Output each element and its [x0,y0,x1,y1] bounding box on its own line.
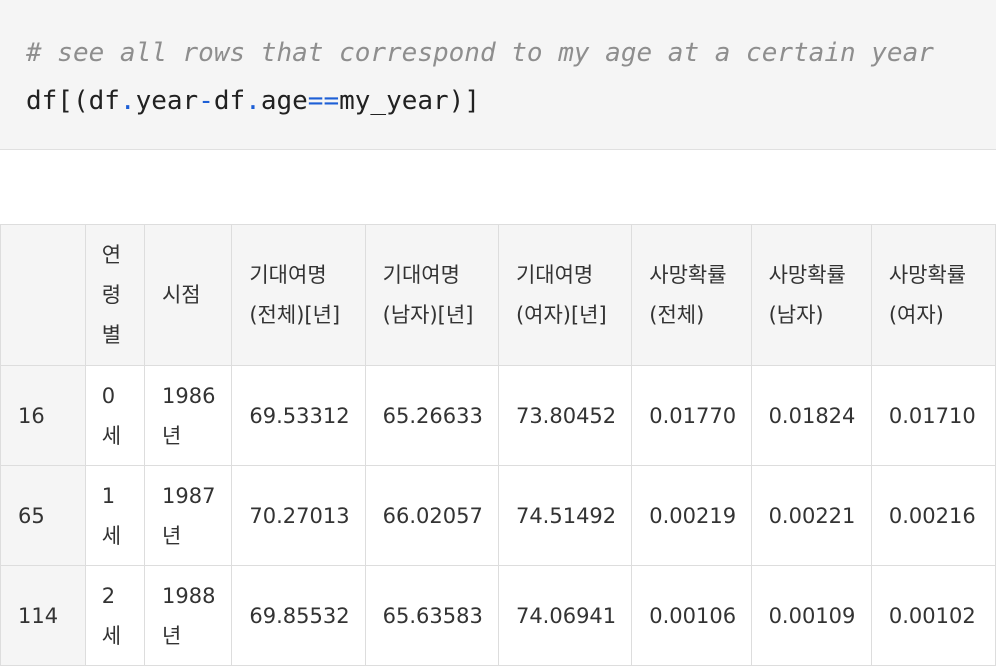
code-statement: df[(df.year-df.age==my_year)] [26,84,480,118]
table-cell: 0.00221 [750,465,872,566]
column-header: 사망확률(전체) [631,224,752,366]
table-cell: 69.53312 [231,365,366,466]
table-cell: 0.00106 [631,565,752,666]
column-header: 사망확률(여자) [870,224,996,366]
table-cell: 1988년 [143,565,233,666]
table-cell: 74.06941 [497,565,633,666]
column-header: 기대여명(여자)[년] [497,224,633,366]
table-cell: 0.00219 [631,465,752,566]
column-header-label: 사망확률(여자) [888,263,967,327]
column-header-label: 사망확률(남자) [768,263,846,327]
header-row: 연령별 시점 기대여명(전체)[년] 기대여명(남자)[년] 기대여명(여자)[… [0,224,996,366]
table-row: 114 2세 1988년 69.85532 65.63583 74.06941 … [0,565,996,666]
code-token: age [260,86,308,116]
code-token-minus: - [198,86,214,116]
column-header-label: 사망확률(전체) [649,263,727,327]
column-header: 기대여명(남자)[년] [364,224,499,366]
table-cell-text: 1세 [101,483,122,548]
column-header-label: 기대여명(남자)[년] [382,263,474,327]
table-cell: 0.00109 [750,565,872,666]
table-cell-text: 0세 [101,383,122,448]
table-cell: 0.01710 [870,365,996,466]
column-header-label: 기대여명(여자)[년] [515,263,607,327]
column-header: 기대여명(전체)[년] [231,224,366,366]
table-cell: 1986년 [143,365,233,466]
table-cell-text: 1988년 [161,583,216,648]
output-area: 연령별 시점 기대여명(전체)[년] 기대여명(남자)[년] 기대여명(여자)[… [0,150,996,666]
table-cell: 0세 [84,365,145,466]
code-token: my_year)] [339,86,480,116]
code-token-dot: . [119,86,136,116]
table-cell: 1987년 [143,465,233,566]
table-cell: 69.85532 [231,565,366,666]
column-header-label: 기대여명(전체)[년] [249,263,341,327]
code-token: df [213,86,246,116]
table-cell: 73.80452 [497,365,633,466]
table-cell: 0.00102 [870,565,996,666]
table-cell: 66.02057 [364,465,499,566]
code-token: year [135,86,199,116]
table-cell: 70.27013 [231,465,366,566]
column-header: 연령별 [84,224,145,366]
column-header-index [0,224,86,366]
table-row: 65 1세 1987년 70.27013 66.02057 74.51492 0… [0,465,996,566]
table-cell: 2세 [84,565,145,666]
row-index: 16 [0,365,86,466]
table-cell: 0.00216 [870,465,996,566]
table-cell-text: 1986년 [161,383,216,448]
dataframe-table: 연령별 시점 기대여명(전체)[년] 기대여명(남자)[년] 기대여명(여자)[… [0,224,996,666]
row-index: 114 [0,565,86,666]
table-cell: 0.01770 [631,365,752,466]
code-comment: # see all rows that correspond to my age… [26,38,934,68]
table-cell-text: 1987년 [161,483,216,548]
code-token-dot: . [245,86,261,116]
table-cell-text: 2세 [101,583,122,648]
table-row: 16 0세 1986년 69.53312 65.26633 73.80452 0… [0,365,996,466]
table-cell: 0.01824 [750,365,872,466]
table-cell: 65.26633 [364,365,499,466]
row-index: 65 [0,465,86,566]
column-header-label: 연령별 [101,243,122,347]
column-header: 시점 [143,224,233,366]
code-token: df[(df [26,86,120,116]
table-cell: 74.51492 [497,465,633,566]
table-cell: 65.63583 [364,565,499,666]
code-cell[interactable]: # see all rows that correspond to my age… [0,0,996,150]
column-header: 사망확률(남자) [750,224,872,366]
code-token-equals: == [307,86,340,116]
table-cell: 1세 [84,465,145,566]
